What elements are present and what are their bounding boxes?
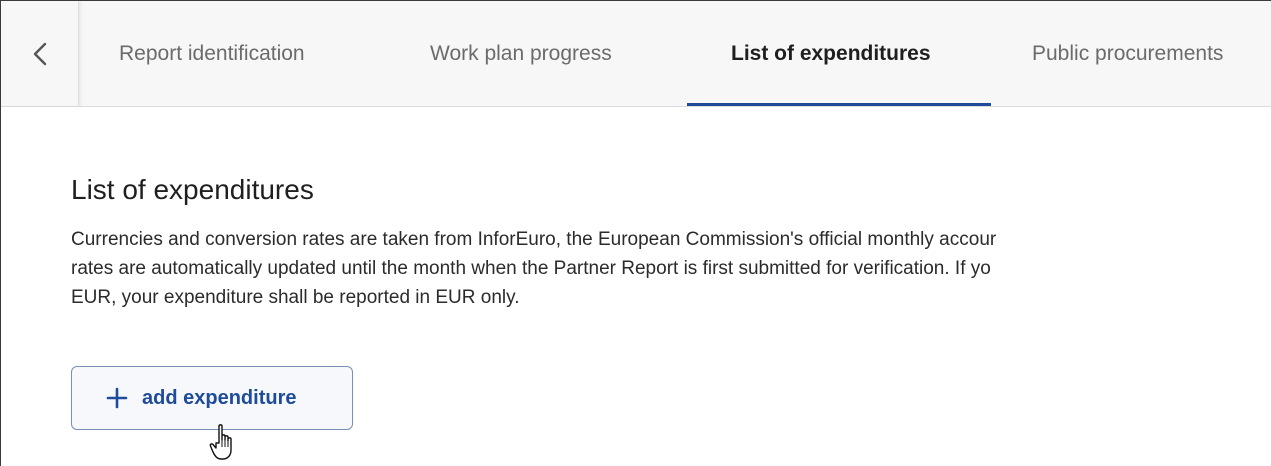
tab-list-of-expenditures[interactable]: List of expenditures (731, 1, 931, 106)
description-line: rates are automatically updated until th… (71, 258, 991, 279)
tab-work-plan-progress[interactable]: Work plan progress (430, 1, 612, 106)
hand-pointer-icon (209, 424, 232, 460)
chevron-left-icon (33, 42, 46, 65)
description-line: Currencies and conversion rates are take… (71, 229, 997, 250)
page-title: List of expenditures (71, 174, 314, 205)
page-description: Currencies and conversion rates are take… (71, 225, 1271, 312)
tab-report-identification[interactable]: Report identification (119, 1, 305, 106)
add-expenditure-button[interactable]: add expenditure (71, 366, 353, 430)
app-frame: Report identification Work plan progress… (0, 0, 1271, 466)
tab-bar: Report identification Work plan progress… (1, 1, 1271, 107)
active-tab-indicator (687, 103, 991, 106)
scroll-tabs-back-button[interactable] (1, 1, 79, 106)
main-content: List of expenditures Currencies and conv… (71, 171, 1271, 312)
tab-public-procurements[interactable]: Public procurements (1032, 1, 1223, 106)
plus-icon (106, 387, 128, 409)
description-line: EUR, your expenditure shall be reported … (71, 287, 520, 308)
add-expenditure-label: add expenditure (142, 386, 297, 409)
